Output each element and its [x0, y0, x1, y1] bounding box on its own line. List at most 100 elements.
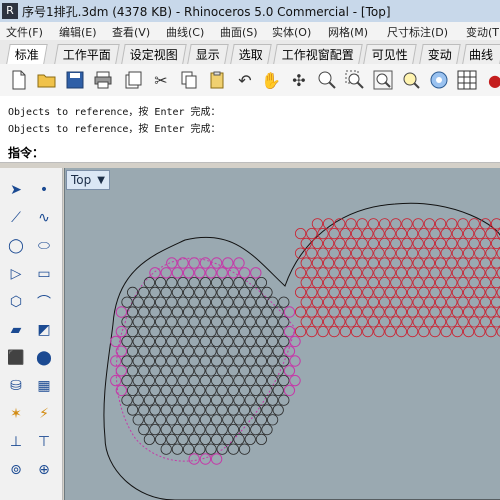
- gumball-icon[interactable]: ⚡: [32, 402, 56, 426]
- menu-surface[interactable]: 曲面(S): [220, 24, 258, 40]
- pan-icon[interactable]: ✋: [258, 67, 284, 93]
- surface-icon[interactable]: ▰: [4, 318, 28, 342]
- hole: [126, 365, 139, 377]
- hole: [350, 286, 363, 299]
- curve-icon[interactable]: ∿: [32, 206, 56, 230]
- hole: [434, 218, 447, 230]
- hole: [121, 296, 133, 308]
- split-icon[interactable]: ⊚: [4, 458, 28, 482]
- zoom-selected-icon[interactable]: [398, 67, 424, 93]
- hole: [345, 237, 357, 250]
- dim-icon[interactable]: ⊥: [4, 430, 28, 454]
- hole: [479, 257, 491, 269]
- hole: [244, 355, 256, 367]
- save-icon[interactable]: [62, 67, 88, 93]
- transform-icon[interactable]: ✶: [4, 402, 28, 426]
- menu-solid[interactable]: 实体(O): [272, 24, 311, 40]
- hole: [132, 355, 144, 367]
- extrude-icon[interactable]: ◩: [32, 318, 56, 342]
- hole: [250, 306, 262, 318]
- polygon-icon[interactable]: ▷: [4, 262, 28, 286]
- hole: [406, 306, 419, 318]
- hole: [356, 277, 368, 289]
- copy-icon[interactable]: [176, 67, 202, 93]
- tab-standard[interactable]: 标准: [6, 44, 48, 65]
- hole: [160, 306, 172, 318]
- properties-icon[interactable]: [426, 67, 452, 93]
- point-icon[interactable]: •: [32, 178, 56, 202]
- ellipse-icon[interactable]: ⬭: [32, 234, 56, 258]
- zoom-window-icon[interactable]: [314, 67, 340, 93]
- sphere-icon[interactable]: ⬤: [32, 346, 56, 370]
- menu-view[interactable]: 查看(V): [112, 24, 150, 40]
- menu-transform[interactable]: 变动(T: [466, 24, 499, 40]
- tab-cplane[interactable]: 工作平面: [54, 44, 120, 65]
- hole: [233, 394, 245, 406]
- boolean-icon[interactable]: ⊕: [32, 458, 56, 482]
- circle-icon[interactable]: ◯: [4, 234, 28, 258]
- tab-visibility[interactable]: 可见性: [363, 44, 417, 65]
- import-icon[interactable]: [120, 67, 146, 93]
- cylinder-icon[interactable]: ⛁: [4, 374, 28, 398]
- tab-viewport-layout[interactable]: 工作视窗配置: [273, 44, 363, 65]
- hole: [216, 443, 228, 455]
- box-icon[interactable]: ⬛: [4, 346, 28, 370]
- hole: [211, 394, 223, 406]
- hole: [199, 394, 211, 406]
- hole: [474, 326, 486, 338]
- arc-icon[interactable]: ⌒: [32, 290, 56, 314]
- hole: [446, 296, 458, 308]
- viewport-label[interactable]: Top ▼: [66, 170, 110, 190]
- print-icon[interactable]: [90, 67, 116, 93]
- hole: [155, 433, 167, 445]
- hole: [183, 443, 195, 455]
- hole: [300, 316, 312, 328]
- command-input[interactable]: [44, 143, 488, 161]
- hole: [328, 326, 340, 338]
- new-icon[interactable]: [6, 67, 32, 93]
- hole: [216, 345, 228, 357]
- hole: [211, 433, 223, 445]
- chevron-down-icon[interactable]: ▼: [97, 175, 105, 186]
- zoom-extents-icon[interactable]: [370, 67, 396, 93]
- select-icon[interactable]: ➤: [4, 178, 28, 202]
- grid-icon[interactable]: [454, 67, 480, 93]
- rotate-icon[interactable]: ✣: [286, 67, 312, 93]
- hole: [182, 267, 195, 279]
- hole: [278, 394, 290, 406]
- tab-set-view[interactable]: 设定视图: [121, 44, 187, 65]
- hole: [194, 404, 206, 416]
- hole: [328, 227, 340, 240]
- rectangle-icon[interactable]: ▭: [32, 262, 56, 286]
- menu-mesh[interactable]: 网格(M): [328, 24, 368, 40]
- paste-icon[interactable]: [204, 67, 230, 93]
- tab-select[interactable]: 选取: [230, 44, 272, 65]
- hole: [295, 306, 307, 318]
- hole: [255, 316, 267, 328]
- polyline-icon[interactable]: ⟋: [4, 206, 28, 230]
- tab-curve-tools[interactable]: 曲线工: [462, 44, 500, 82]
- undo-icon[interactable]: ↶: [232, 67, 258, 93]
- cut-icon[interactable]: ✂: [148, 67, 174, 93]
- menu-file[interactable]: 文件(F): [6, 24, 43, 40]
- menu-edit[interactable]: 编辑(E): [59, 24, 97, 40]
- hole: [188, 433, 200, 445]
- standard-toolbar: ✂ ↶ ✋ ✣ ●: [0, 64, 500, 97]
- lights-icon[interactable]: ●: [482, 67, 500, 93]
- hole: [406, 227, 419, 240]
- trim-icon[interactable]: ⊤: [32, 430, 56, 454]
- hole: [126, 306, 139, 318]
- tab-display[interactable]: 显示: [187, 44, 229, 65]
- fillet-icon[interactable]: ⬡: [4, 290, 28, 314]
- hole: [183, 384, 195, 396]
- zoom-dynamic-icon[interactable]: [342, 67, 368, 93]
- hole: [210, 257, 223, 269]
- hole: [227, 443, 239, 455]
- tab-transform[interactable]: 变动: [419, 44, 461, 65]
- menu-curve[interactable]: 曲线(C): [166, 24, 204, 40]
- menu-dimension[interactable]: 尺寸标注(D): [387, 24, 448, 40]
- hole: [462, 286, 475, 299]
- open-icon[interactable]: [34, 67, 60, 93]
- mesh-icon[interactable]: ▦: [32, 374, 56, 398]
- top-viewport[interactable]: [64, 168, 500, 500]
